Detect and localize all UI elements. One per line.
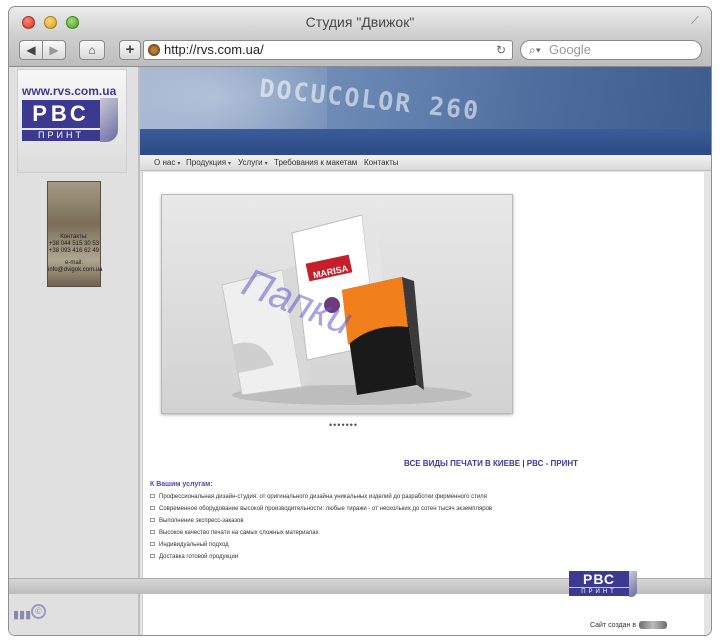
- list-bullet-icon: [150, 530, 155, 535]
- menu-item-products[interactable]: Продукция ▾: [186, 158, 231, 167]
- reload-icon[interactable]: ↻: [496, 41, 506, 59]
- service-item: Современное оборудование высокой произво…: [150, 506, 492, 512]
- main-menu: О нас ▾ Продукция ▾ Услуги ▾ Требования к м…: [140, 155, 711, 171]
- footer-content: Сайт создан в: [142, 594, 704, 635]
- back-button[interactable]: ◀: [19, 40, 43, 60]
- service-item: Доставка готовой продукции: [150, 554, 238, 560]
- footer-left: ▮▮▮ ©: [9, 594, 140, 635]
- web-page: DOCUCOLOR 260 www.rvs.com.ua РВС ПРИНТ К…: [9, 67, 711, 635]
- service-item: Выполнение экспресс-заказов: [150, 518, 244, 524]
- menu-item-requirements[interactable]: Требования к макетам: [274, 158, 357, 167]
- footer-logo[interactable]: РВС ПРИНТ: [569, 571, 637, 597]
- address-text: http://rvs.com.ua/: [164, 42, 264, 57]
- site-logo[interactable]: www.rvs.com.ua РВС ПРИНТ: [17, 69, 127, 173]
- footer-logo-letters: РВС: [569, 571, 629, 587]
- browser-window: Студия "Движок" ⟋ ◀ ▶ ⌂ + http://rvs.com…: [8, 6, 712, 636]
- made-by-credit[interactable]: Сайт создан в: [590, 621, 668, 629]
- services-title: К Вашим услугам:: [150, 481, 213, 488]
- list-bullet-icon: [150, 494, 155, 499]
- banner-stripe: [127, 129, 711, 155]
- window-title: Студия "Движок": [305, 14, 415, 30]
- list-bullet-icon: [150, 542, 155, 547]
- menu-item-contacts[interactable]: Контакты: [364, 158, 399, 167]
- chevron-down-icon: ▾: [264, 161, 268, 167]
- service-item: Высокое качество печати на самых сложных…: [150, 530, 319, 536]
- contact-email-label: e-mail:: [64, 260, 83, 266]
- site-url-label: www.rvs.com.ua: [22, 84, 117, 98]
- menu-item-services[interactable]: Услуги ▾: [238, 158, 268, 167]
- logo-swoosh-icon: [100, 98, 118, 142]
- footer-logo-subtitle: ПРИНТ: [569, 588, 629, 596]
- search-placeholder: Google: [549, 42, 591, 57]
- title-bar[interactable]: Студия "Движок" ⟋: [9, 7, 711, 35]
- browser-toolbar: ◀ ▶ ⌂ + http://rvs.com.ua/ ↻ ⌕▾ Google: [9, 35, 711, 67]
- search-field[interactable]: ⌕▾ Google: [520, 40, 702, 60]
- list-bullet-icon: [150, 554, 155, 559]
- forward-button[interactable]: ▶: [42, 40, 66, 60]
- slide-pager[interactable]: •••••••: [329, 420, 358, 430]
- logo-letters: РВС: [22, 100, 100, 128]
- contact-label: Контакты:: [60, 234, 88, 240]
- main-content: MARISA Папки ••••••• ВСЕ ВИДЫ ПЕЧАТИ В К…: [142, 172, 704, 578]
- footer-logo-swoosh-icon: [629, 571, 637, 597]
- chevron-down-icon: ▾: [177, 161, 181, 167]
- search-icon: ⌕▾: [529, 43, 541, 57]
- contact-card[interactable]: Контакты: +38 044 515 30 53 +38 093 416 …: [47, 181, 103, 287]
- service-item: Профессиональная дизайн-студия: от ориги…: [150, 494, 487, 500]
- list-bullet-icon: [150, 518, 155, 523]
- copyright-icon: ©: [31, 604, 46, 619]
- service-item: Индивидуальный подход: [150, 542, 229, 548]
- chevron-down-icon: ▾: [228, 161, 232, 167]
- address-bar[interactable]: http://rvs.com.ua/ ↻: [143, 40, 513, 60]
- stats-counter-icon[interactable]: ▮▮▮: [13, 608, 31, 621]
- page-headline: ВСЕ ВИДЫ ПЕЧАТИ В КИЕВЕ | РВС - ПРИНТ: [404, 459, 578, 468]
- add-bookmark-button[interactable]: +: [119, 40, 141, 60]
- contact-phone-1: +38 044 515 30 53: [48, 241, 100, 247]
- studio-logo-icon: [639, 621, 668, 629]
- header-banner: DOCUCOLOR 260: [127, 67, 711, 155]
- logo-mark: РВС ПРИНТ: [22, 100, 100, 142]
- list-bullet-icon: [150, 506, 155, 511]
- contact-phone-2: +38 093 416 62 49: [48, 248, 100, 254]
- menu-item-about[interactable]: О нас ▾: [154, 158, 180, 167]
- site-favicon-icon: [148, 44, 160, 56]
- slideshow-image[interactable]: MARISA Папки: [161, 194, 513, 414]
- logo-subtitle: ПРИНТ: [22, 130, 100, 141]
- contact-email: info@dvigok.com.ua: [48, 267, 103, 273]
- home-button[interactable]: ⌂: [79, 40, 105, 60]
- resize-grip-icon[interactable]: ⟋: [691, 15, 703, 27]
